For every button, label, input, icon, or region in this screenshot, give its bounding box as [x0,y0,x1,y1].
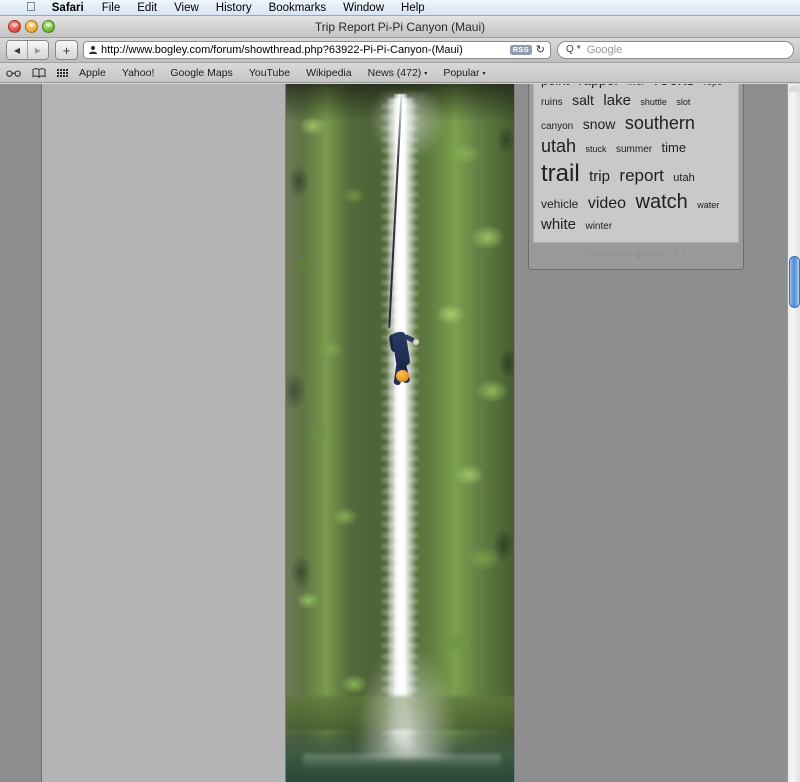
book-icon[interactable] [32,67,46,78]
menu-item-edit[interactable]: Edit [137,0,157,16]
site-favicon-icon [89,46,97,54]
reload-icon[interactable]: ↻ [536,44,545,56]
search-placeholder: Google [586,44,623,56]
tag-lake[interactable]: lake [603,92,631,109]
tag-summer[interactable]: summer [616,144,652,155]
tag-watch[interactable]: watch [636,191,688,213]
bookmark-popular[interactable]: Popular ▾ [443,67,485,79]
chevron-down-icon: ▾ [482,70,486,77]
scrollbar-track-top [789,85,800,92]
tag-time[interactable]: time [662,140,687,155]
tag-ruins[interactable]: ruins [541,97,563,108]
waterfall-mist-top [367,92,446,162]
tag-water[interactable]: water [697,200,719,210]
url-text: http://www.bogley.com/forum/showthread.p… [101,44,463,56]
bookmark-wikipedia[interactable]: Wikipedia [306,67,352,79]
tag-trail[interactable]: trail [541,160,580,187]
chevron-down-icon[interactable]: ▼ [576,45,582,51]
forward-button[interactable]: ▶ [27,41,48,59]
menu-item-file[interactable]: File [102,0,121,16]
safari-window: Trip Report Pi-Pi Canyon (Maui) ◀ ▶ + ht… [0,16,800,782]
tag-shuttle[interactable]: shuttle [640,97,667,107]
bookmark-news[interactable]: News (472) ▾ [368,67,428,79]
waterfall-photo[interactable] [285,84,515,782]
menu-item-safari[interactable]: Safari [52,0,84,16]
bookmark-youtube[interactable]: YouTube [249,67,290,79]
tag-river[interactable]: river [627,84,645,87]
apple-logo-icon[interactable]:  [26,0,36,13]
page-title: Trip Report Pi-Pi Canyon (Maui) [314,20,486,34]
tag-white[interactable]: white [541,216,576,233]
waterfall-mist-bottom [354,638,460,758]
address-bar[interactable]: http://www.bogley.com/forum/showthread.p… [83,41,551,59]
reading-glasses-icon[interactable] [6,69,21,77]
bookmark-news-label: News (472) [367,66,422,79]
tag-utah[interactable]: utah [541,136,576,156]
tag-slot[interactable]: slot [676,97,690,107]
menu-bar:  Safari File Edit View History Bookmark… [0,0,800,16]
canyoneer-helmet [396,370,409,382]
tag-canyon[interactable]: canyon [541,121,573,132]
tag-snow[interactable]: snow [583,116,616,132]
grid-icon[interactable] [57,68,68,77]
menu-item-help[interactable]: Help [401,0,425,16]
forum-post-body [41,84,515,782]
page-margin-left [0,84,41,782]
navigation-buttons: ◀ ▶ [6,40,49,60]
vertical-scrollbar[interactable] [787,84,800,782]
tag-stuck[interactable]: stuck [586,144,607,154]
tag-trip[interactable]: trip [589,168,610,185]
tag-report[interactable]: report [619,166,663,185]
bookmark-apple[interactable]: Apple [79,67,106,79]
page-viewport: point rappel river rocks rope ruins salt… [0,84,800,782]
tag-rappel[interactable]: rappel [579,84,618,88]
browser-toolbar: ◀ ▶ + http://www.bogley.com/forum/showth… [0,38,800,63]
search-icon: Q [566,44,574,55]
bookmark-google-maps[interactable]: Google Maps [170,67,232,79]
window-title-bar: Trip Report Pi-Pi Canyon (Maui) [0,16,800,38]
tag-vehicle[interactable]: vehicle [541,197,578,211]
menu-item-view[interactable]: View [174,0,199,16]
tag-point[interactable]: point [541,84,569,88]
canyoneer-glove [413,339,419,345]
rappelling-canyoneer [386,84,420,394]
tag-rocks[interactable]: rocks [654,84,695,89]
tag-winter[interactable]: winter [585,221,612,232]
tag-utah[interactable]: utah [673,172,694,184]
menu-item-window[interactable]: Window [343,0,384,16]
scrollbar-thumb[interactable] [789,256,800,308]
chevron-down-icon: ▾ [424,70,428,77]
search-field[interactable]: Q ▼ Google [557,41,794,59]
bookmarks-bar: Apple Yahoo! Google Maps YouTube Wikiped… [0,63,800,83]
tag-southern[interactable]: southern [625,113,695,133]
tag-salt[interactable]: salt [572,92,594,108]
back-button[interactable]: ◀ [7,41,27,59]
bookmark-popular-label: Popular [443,66,480,79]
tag-cloud-widget: point rappel river rocks rope ruins salt… [528,84,744,270]
tag-cloud: point rappel river rocks rope ruins salt… [533,84,739,243]
menu-item-bookmarks[interactable]: Bookmarks [269,0,327,16]
rss-badge[interactable]: RSS [509,45,532,55]
menu-item-history[interactable]: History [216,0,252,16]
widget-footer: Everywhere gSidaa 1.5.1 [585,248,687,259]
add-bookmark-button[interactable]: + [55,40,78,60]
bookmark-yahoo[interactable]: Yahoo! [122,67,155,79]
tag-video[interactable]: video [588,195,626,212]
tag-rope[interactable]: rope [704,84,722,87]
